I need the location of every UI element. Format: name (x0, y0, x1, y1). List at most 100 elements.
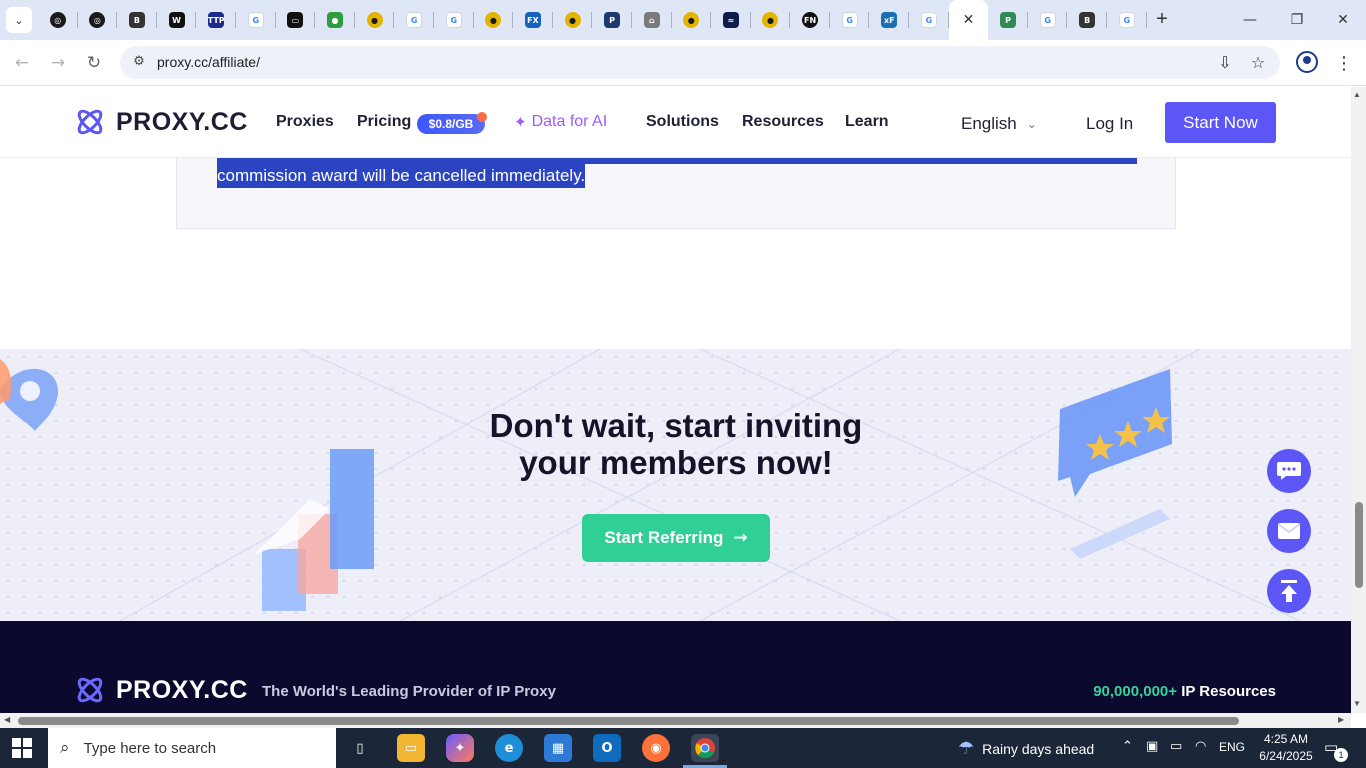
horizontal-scroll-thumb[interactable] (18, 717, 1239, 725)
address-bar[interactable]: ⚙ proxy.cc/affiliate/ ⇩ ☆ (120, 46, 1280, 79)
email-icon[interactable] (1267, 509, 1311, 553)
weather-text: Rainy days ahead (982, 740, 1095, 757)
browser-tab[interactable]: P (592, 0, 632, 40)
site-logo[interactable]: PROXY.CC (74, 106, 248, 138)
vertical-scrollbar[interactable]: ▲ ▼ (1351, 87, 1366, 713)
cta-title-line-1: Don't wait, start inviting (489, 407, 863, 444)
reload-button[interactable]: ↻ (82, 51, 106, 75)
browser-tab[interactable]: TTP (196, 0, 236, 40)
browser-tab[interactable]: ◎ (78, 0, 118, 40)
browser-tab[interactable]: ⌂ (632, 0, 672, 40)
browser-tab[interactable]: ● (355, 0, 395, 40)
file-explorer-icon[interactable]: ▭ (397, 734, 425, 762)
cta-title: Don't wait, start inviting your members … (376, 407, 976, 481)
google-icon: G (920, 12, 937, 28)
scroll-up-icon[interactable]: ▲ (1353, 90, 1361, 99)
browser-tab[interactable]: G (1107, 0, 1147, 40)
footer-logo[interactable]: PROXY.CC (74, 674, 248, 706)
start-referring-label: Start Referring (604, 528, 724, 547)
show-hidden-icons-icon[interactable]: ⌃ (1122, 739, 1133, 754)
nav-data-for-ai[interactable]: ✦ Data for AI (514, 113, 607, 131)
browser-tab[interactable]: ▭ (276, 0, 316, 40)
browser-tab[interactable]: ◎ (38, 0, 78, 40)
page-viewport: commission award will be cancelled immed… (0, 87, 1351, 713)
nav-resources[interactable]: Resources (742, 113, 824, 131)
close-icon[interactable]: ✕ (960, 12, 976, 28)
chat-icon[interactable] (1267, 449, 1311, 493)
input-language[interactable]: ENG (1219, 740, 1245, 754)
vertical-scroll-thumb[interactable] (1355, 502, 1363, 588)
wifi-icon[interactable]: ◠ (1195, 739, 1206, 754)
task-view-icon[interactable]: ▯ (346, 734, 374, 762)
new-tab-button[interactable]: + (1150, 8, 1174, 32)
nav-proxies[interactable]: Proxies (276, 113, 334, 131)
login-link[interactable]: Log In (1086, 114, 1133, 134)
browser-tab[interactable]: FX (513, 0, 553, 40)
forward-button[interactable]: → (46, 51, 70, 75)
bookmark-star-icon[interactable]: ☆ (1246, 51, 1270, 75)
chrome-logo-icon (695, 738, 715, 759)
browser-tab[interactable]: ● (553, 0, 593, 40)
outlook-icon[interactable]: O (593, 734, 621, 762)
firefox-icon[interactable]: ◉ (642, 734, 670, 762)
start-now-button[interactable]: Start Now (1165, 102, 1276, 143)
back-to-top-icon[interactable] (1267, 569, 1311, 613)
browser-tab[interactable]: B (117, 0, 157, 40)
browser-tab[interactable]: ● (315, 0, 355, 40)
microsoft-store-icon[interactable]: ▦ (544, 734, 572, 762)
browser-tab[interactable]: xF (869, 0, 910, 40)
scroll-down-icon[interactable]: ▼ (1353, 699, 1361, 708)
browser-tab[interactable]: G (394, 0, 434, 40)
nav-pricing[interactable]: Pricing (357, 113, 411, 131)
pricing-badge: $0.8/GB (417, 114, 485, 134)
browser-tab[interactable]: ● (751, 0, 791, 40)
browser-tab[interactable]: ● (474, 0, 514, 40)
coin-icon: ● (762, 12, 779, 28)
browser-toolbar: ← → ↻ ⚙ proxy.cc/affiliate/ ⇩ ☆ (0, 40, 1366, 86)
system-clock[interactable]: 4:25 AM 6/24/2025 (1256, 731, 1316, 765)
restore-button[interactable]: ❐ (1285, 8, 1309, 32)
google-icon: G (247, 12, 264, 28)
scroll-right-icon[interactable]: ▶ (1338, 715, 1344, 724)
minimize-button[interactable]: — (1238, 8, 1262, 32)
browser-menu-icon[interactable]: ⋮ (1334, 51, 1354, 75)
fx-icon: FX (524, 12, 541, 28)
language-selector[interactable]: English ⌄ (961, 114, 1037, 134)
browser-tab[interactable]: P (988, 0, 1028, 40)
proxy-logo-icon (77, 109, 103, 135)
start-referring-button[interactable]: Start Referring → (582, 514, 770, 562)
edge-icon[interactable]: e (495, 734, 523, 762)
browser-tab[interactable]: G (1028, 0, 1068, 40)
coin-icon: ● (564, 12, 581, 28)
windows-start-icon[interactable] (12, 738, 32, 758)
tab-active[interactable]: ✕ (948, 0, 989, 40)
battery-icon[interactable]: ▭ (1170, 739, 1182, 754)
tab-search-button[interactable]: ⌄ (6, 7, 32, 33)
chrome-icon[interactable] (691, 734, 719, 762)
meet-now-icon[interactable]: ▣ (1146, 739, 1158, 754)
browser-tab[interactable]: G (830, 0, 870, 40)
profile-icon[interactable] (1296, 51, 1318, 73)
google-icon: G (445, 12, 462, 28)
browser-tab[interactable]: G (434, 0, 474, 40)
horizontal-scrollbar[interactable]: ◀ ▶ (0, 713, 1351, 728)
browser-tab[interactable]: B (1067, 0, 1108, 40)
nav-solutions[interactable]: Solutions (646, 113, 719, 131)
close-window-button[interactable]: ✕ (1331, 8, 1355, 32)
browser-tab[interactable]: ≈ (711, 0, 751, 40)
install-app-icon[interactable]: ⇩ (1213, 51, 1237, 75)
site-info-icon[interactable]: ⚙ (128, 51, 150, 73)
globe-icon: ● (326, 12, 343, 28)
scroll-left-icon[interactable]: ◀ (4, 715, 10, 724)
url-text[interactable]: proxy.cc/affiliate/ (157, 54, 260, 70)
browser-tab[interactable]: G (236, 0, 276, 40)
browser-tab[interactable]: ● (672, 0, 712, 40)
browser-tab[interactable]: G (909, 0, 949, 40)
weather-widget[interactable]: ☂ Rainy days ahead (958, 738, 1094, 759)
nav-learn[interactable]: Learn (845, 113, 889, 131)
browser-tab[interactable]: FN (790, 0, 830, 40)
copilot-icon[interactable]: ✦ (446, 734, 474, 762)
browser-tab[interactable]: W (157, 0, 197, 40)
taskbar-search[interactable]: ⌕ Type here to search (48, 728, 336, 768)
back-button[interactable]: ← (10, 51, 34, 75)
